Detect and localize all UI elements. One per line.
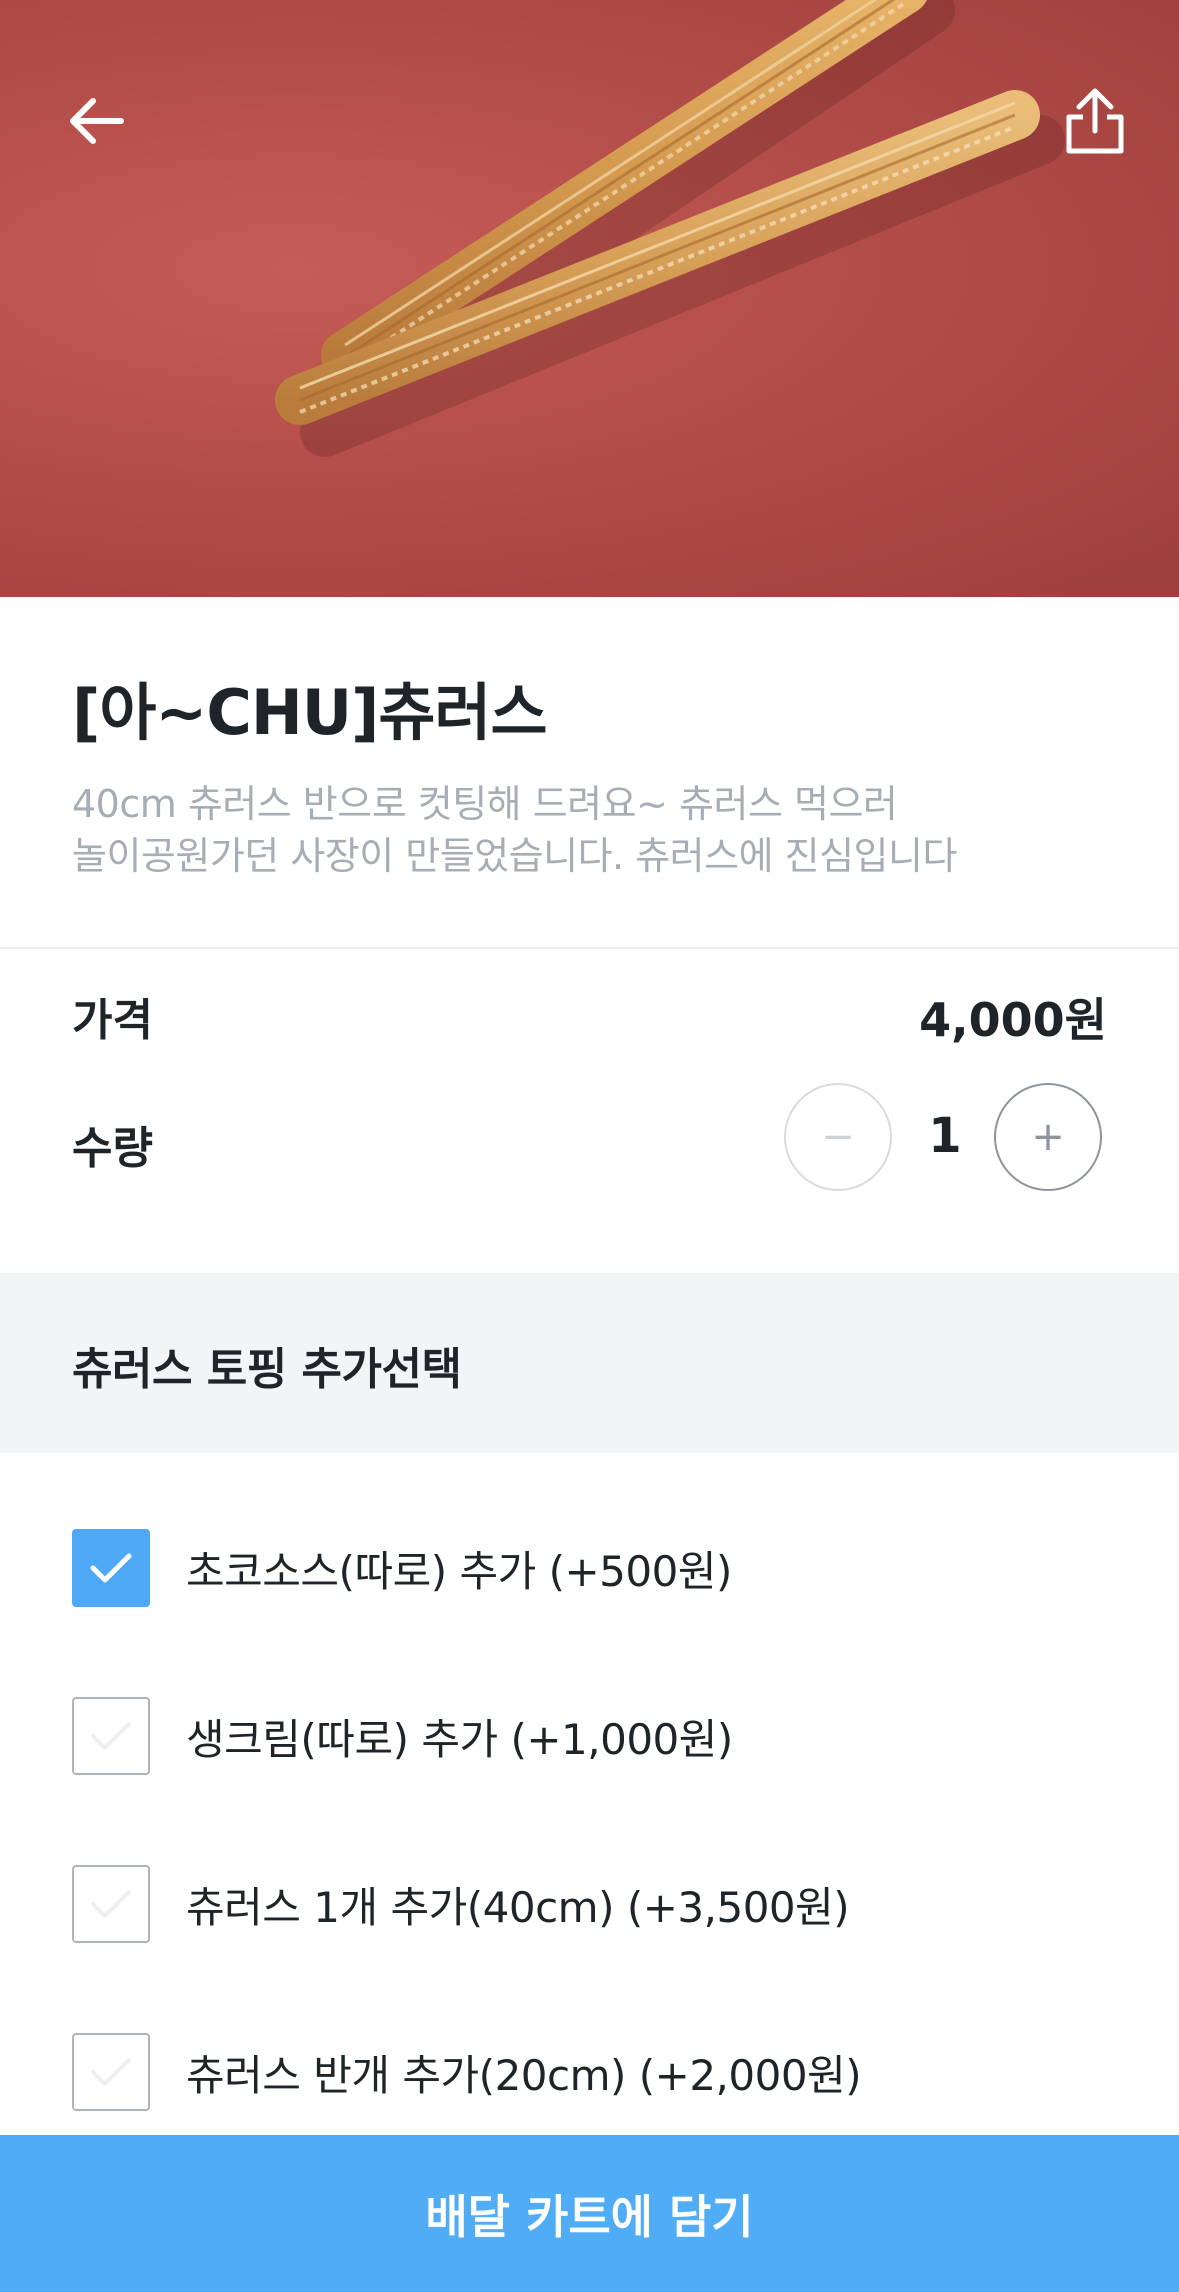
option-extra-churro[interactable]: 츄러스 1개 추가(40cm) (+3,500원) — [72, 1865, 850, 1943]
description-line: 놀이공원가던 사장이 만들었습니다. 츄러스에 진심입니다 — [72, 834, 957, 878]
option-checkbox[interactable] — [72, 1697, 150, 1775]
option-label: 츄러스 반개 추가(20cm) (+2,000원) — [186, 2050, 862, 2100]
checkmark-icon — [91, 1722, 131, 1750]
add-to-cart-button[interactable]: 배달 카트에 담기 — [0, 2135, 1179, 2292]
quantity-value: 1 — [928, 1108, 962, 1164]
section-divider — [0, 947, 1179, 949]
product-hero-image — [0, 0, 1179, 597]
option-checkbox[interactable] — [72, 1865, 150, 1943]
add-to-cart-label: 배달 카트에 담기 — [425, 2189, 754, 2244]
option-checkbox[interactable] — [72, 1529, 150, 1607]
back-button[interactable] — [52, 76, 142, 166]
option-checkbox[interactable] — [72, 2033, 150, 2111]
checkmark-icon — [91, 1890, 131, 1918]
price-value: 4,000원 — [919, 993, 1107, 1047]
minus-icon: − — [821, 1114, 855, 1160]
plus-icon: + — [1031, 1114, 1065, 1160]
option-label: 생크림(따로) 추가 (+1,000원) — [186, 1714, 733, 1764]
option-whipped-cream[interactable]: 생크림(따로) 추가 (+1,000원) — [72, 1697, 733, 1775]
quantity-decrease-button[interactable]: − — [784, 1083, 892, 1191]
options-section-title: 츄러스 토핑 추가선택 — [72, 1344, 462, 1395]
share-button[interactable] — [1050, 76, 1140, 166]
churros-photo — [275, 0, 1065, 457]
quantity-increase-button[interactable]: + — [994, 1083, 1102, 1191]
checkmark-icon — [91, 2058, 131, 2086]
product-description: 40cm 츄러스 반으로 컷팅해 드려요~ 츄러스 먹으러 놀이공원가던 사장이… — [72, 778, 1112, 882]
price-label: 가격 — [72, 995, 153, 1046]
arrow-left-icon — [70, 98, 124, 144]
option-label: 츄러스 1개 추가(40cm) (+3,500원) — [186, 1882, 850, 1932]
option-choco-sauce[interactable]: 초코소스(따로) 추가 (+500원) — [72, 1529, 732, 1607]
options-section-header: 츄러스 토핑 추가선택 — [0, 1273, 1179, 1453]
option-label: 초코소스(따로) 추가 (+500원) — [186, 1546, 732, 1596]
description-line: 40cm 츄러스 반으로 컷팅해 드려요~ 츄러스 먹으러 — [72, 782, 898, 826]
checkmark-icon — [90, 1553, 132, 1583]
quantity-label: 수량 — [72, 1123, 153, 1174]
product-title: [아~CHU]츄러스 — [72, 676, 548, 749]
option-half-churro[interactable]: 츄러스 반개 추가(20cm) (+2,000원) — [72, 2033, 862, 2111]
share-icon — [1066, 88, 1124, 154]
